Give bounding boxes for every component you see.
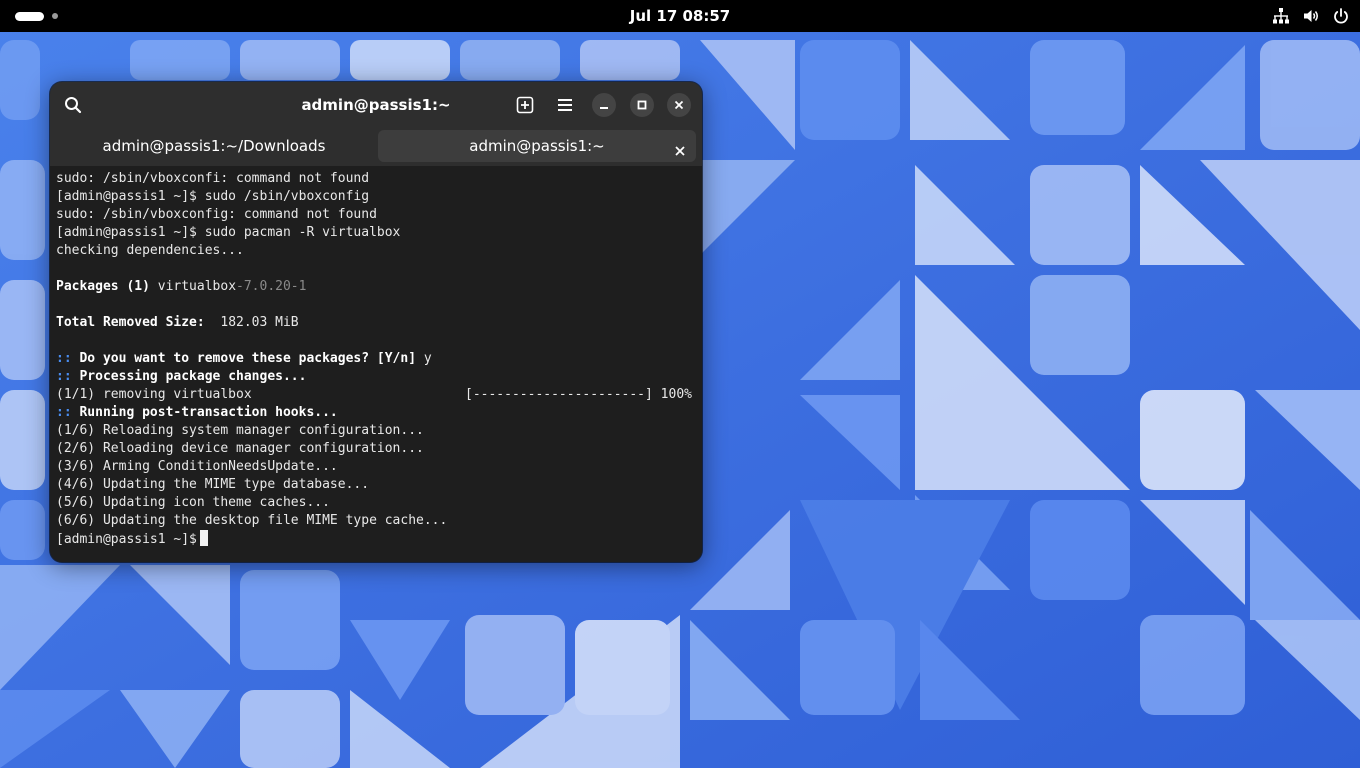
top-bar: Jul 17 08:57 <box>0 0 1360 32</box>
menu-button[interactable] <box>552 92 578 118</box>
search-button[interactable] <box>60 92 86 118</box>
terminal-line: (1/6) Reloading system manager configura… <box>56 423 424 438</box>
terminal-line: Total Removed Size: 182.03 MiB <box>56 314 299 332</box>
terminal-window: admin@passis1:~ admin@passis1:~/Download… <box>50 82 702 562</box>
close-icon <box>674 100 684 110</box>
maximize-icon <box>637 100 647 110</box>
size-label: Total Removed Size: <box>56 315 205 330</box>
tab-bar: admin@passis1:~/Downloads admin@passis1:… <box>50 128 702 166</box>
maximize-button[interactable] <box>630 93 654 117</box>
size-value: 182.03 MiB <box>204 315 299 330</box>
new-tab-button[interactable] <box>512 92 538 118</box>
terminal-line: Packages (1) virtualbox-7.0.20-1 <box>56 278 306 296</box>
text-cursor <box>199 530 208 546</box>
menu-icon <box>556 96 574 114</box>
terminal-line: (6/6) Updating the desktop file MIME typ… <box>56 513 448 528</box>
terminal-line: [admin@passis1 ~]$ sudo /sbin/vboxconfig <box>56 189 370 204</box>
terminal-output[interactable]: sudo: /sbin/vboxconfi: command not found… <box>50 166 702 562</box>
volume-icon[interactable] <box>1302 7 1320 25</box>
new-tab-icon <box>516 96 534 114</box>
tab-label: admin@passis1:~ <box>469 137 605 155</box>
terminal-line: :: Do you want to remove these packages?… <box>56 350 432 368</box>
tab-label: admin@passis1:~/Downloads <box>102 137 326 155</box>
header-bar[interactable]: admin@passis1:~ <box>50 82 702 128</box>
hooks-text: Running post-transaction hooks... <box>71 405 338 420</box>
package-name: virtualbox <box>149 279 237 294</box>
terminal-line: (3/6) Arming ConditionNeedsUpdate... <box>56 459 338 474</box>
tab-downloads[interactable]: admin@passis1:~/Downloads <box>54 130 374 162</box>
progress-bar-text: [----------------------] 100% <box>465 387 692 402</box>
remove-question: Do you want to remove these packages? [Y… <box>71 351 417 366</box>
terminal-line: (2/6) Reloading device manager configura… <box>56 441 424 456</box>
line-prefix: :: <box>56 405 72 420</box>
tab-home[interactable]: admin@passis1:~ <box>378 130 696 162</box>
network-icon[interactable] <box>1272 7 1290 25</box>
terminal-line: checking dependencies... <box>56 243 244 258</box>
clock-label[interactable]: Jul 17 08:57 <box>630 7 730 25</box>
terminal-line: :: Running post-transaction hooks... <box>56 404 338 422</box>
minimize-button[interactable] <box>592 93 616 117</box>
line-prefix: :: <box>56 351 72 366</box>
search-icon <box>64 96 82 114</box>
line-prefix: :: <box>56 369 72 384</box>
shell-prompt: [admin@passis1 ~]$ <box>56 532 197 547</box>
remove-answer: y <box>416 351 432 366</box>
terminal-line: (5/6) Updating icon theme caches... <box>56 495 330 510</box>
terminal-line: sudo: /sbin/vboxconfi: command not found <box>56 171 370 186</box>
package-version: -7.0.20-1 <box>236 279 307 294</box>
power-icon[interactable] <box>1332 7 1350 25</box>
terminal-line: sudo: /sbin/vboxconfig: command not foun… <box>56 207 377 222</box>
terminal-line: (4/6) Updating the MIME type database... <box>56 477 370 492</box>
terminal-line: :: Processing package changes... <box>56 368 306 386</box>
processing-text: Processing package changes... <box>71 369 307 384</box>
minimize-icon <box>599 100 609 110</box>
close-button[interactable] <box>667 93 691 117</box>
terminal-prompt-line[interactable]: [admin@passis1 ~]$ <box>56 530 208 548</box>
removing-text: (1/1) removing virtualbox <box>56 387 252 402</box>
clock-area: Jul 17 08:57 <box>0 0 1360 32</box>
system-tray[interactable] <box>1272 6 1350 26</box>
tab-close-icon[interactable] <box>672 138 688 156</box>
terminal-line: [admin@passis1 ~]$ sudo pacman -R virtua… <box>56 225 401 240</box>
terminal-line: (1/1) removing virtualbox [--------------… <box>56 386 692 404</box>
packages-label: Packages (1) <box>56 279 150 294</box>
